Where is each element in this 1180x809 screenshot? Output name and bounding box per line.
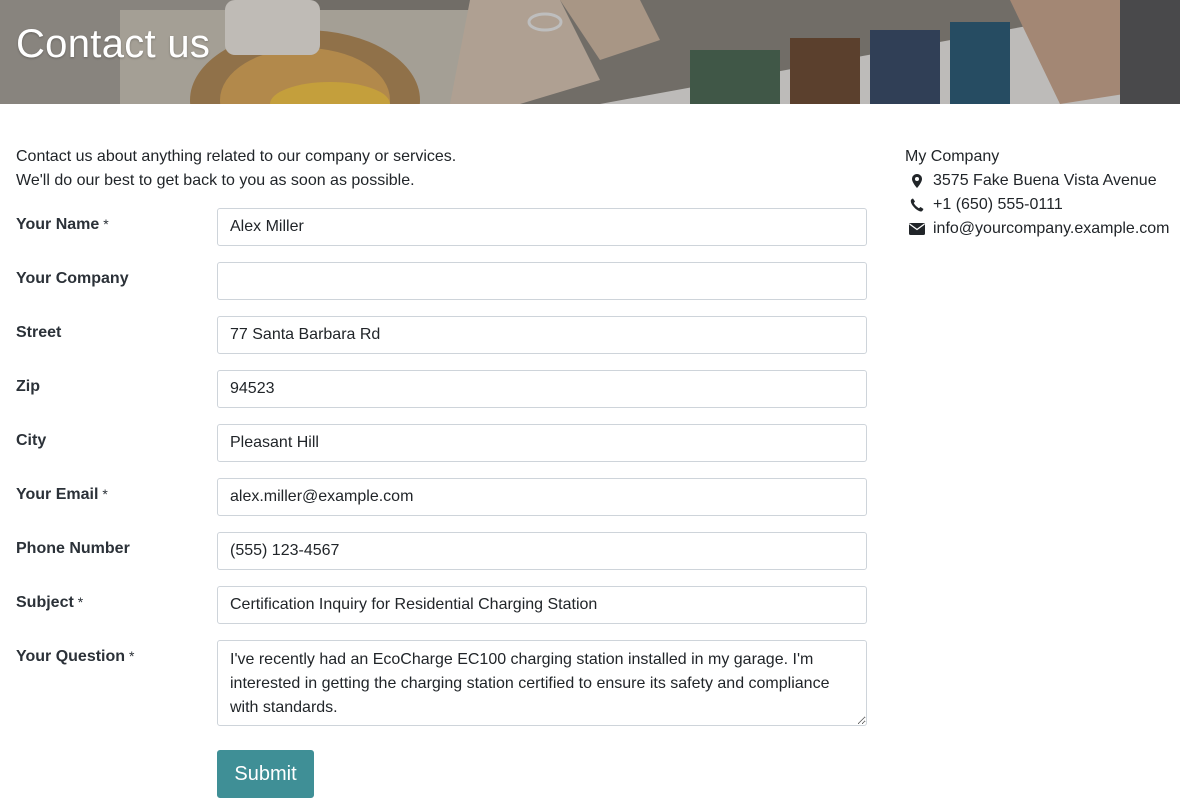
company-address: 3575 Fake Buena Vista Avenue [933,172,1157,189]
subject-label: Subject * [16,594,84,611]
company-phone: +1 (650) 555-0111 [933,196,1063,213]
page-title: Contact us [16,22,211,66]
company-email: info@yourcompany.example.com [933,220,1170,237]
zip-input[interactable] [217,370,867,408]
subject-input[interactable] [217,586,867,624]
required-marker: * [102,486,108,502]
company-phone-row: +1 (650) 555-0111 [905,193,1177,217]
email-label: Your Email * [16,486,108,503]
company-email-row: info@yourcompany.example.com [905,217,1177,241]
intro-text: Contact us about anything related to our… [16,145,876,193]
company-address-row: 3575 Fake Buena Vista Avenue [905,169,1177,193]
phone-icon [907,197,927,213]
street-label: Street [16,324,62,341]
question-label: Your Question * [16,648,135,665]
question-textarea[interactable]: I've recently had an EcoCharge EC100 cha… [217,640,867,726]
submit-button[interactable]: Submit [217,750,314,798]
company-input[interactable] [217,262,867,300]
phone-input[interactable] [217,532,867,570]
intro-line-1: Contact us about anything related to our… [16,148,457,165]
intro-line-2: We'll do our best to get back to you as … [16,172,415,189]
name-input[interactable] [217,208,867,246]
company-info: My Company 3575 Fake Buena Vista Avenue … [905,145,1177,241]
map-marker-icon [907,173,927,189]
city-input[interactable] [217,424,867,462]
envelope-icon [907,221,927,237]
street-input[interactable] [217,316,867,354]
name-label: Your Name * [16,216,109,233]
required-marker: * [129,648,135,664]
city-label: City [16,432,47,449]
phone-label: Phone Number [16,540,130,557]
hero-banner: Contact us [0,0,1180,104]
email-input[interactable] [217,478,867,516]
company-name: My Company [905,148,1000,165]
required-marker: * [77,594,84,610]
zip-label: Zip [16,378,40,395]
company-label: Your Company [16,270,129,287]
required-marker: * [103,216,109,232]
